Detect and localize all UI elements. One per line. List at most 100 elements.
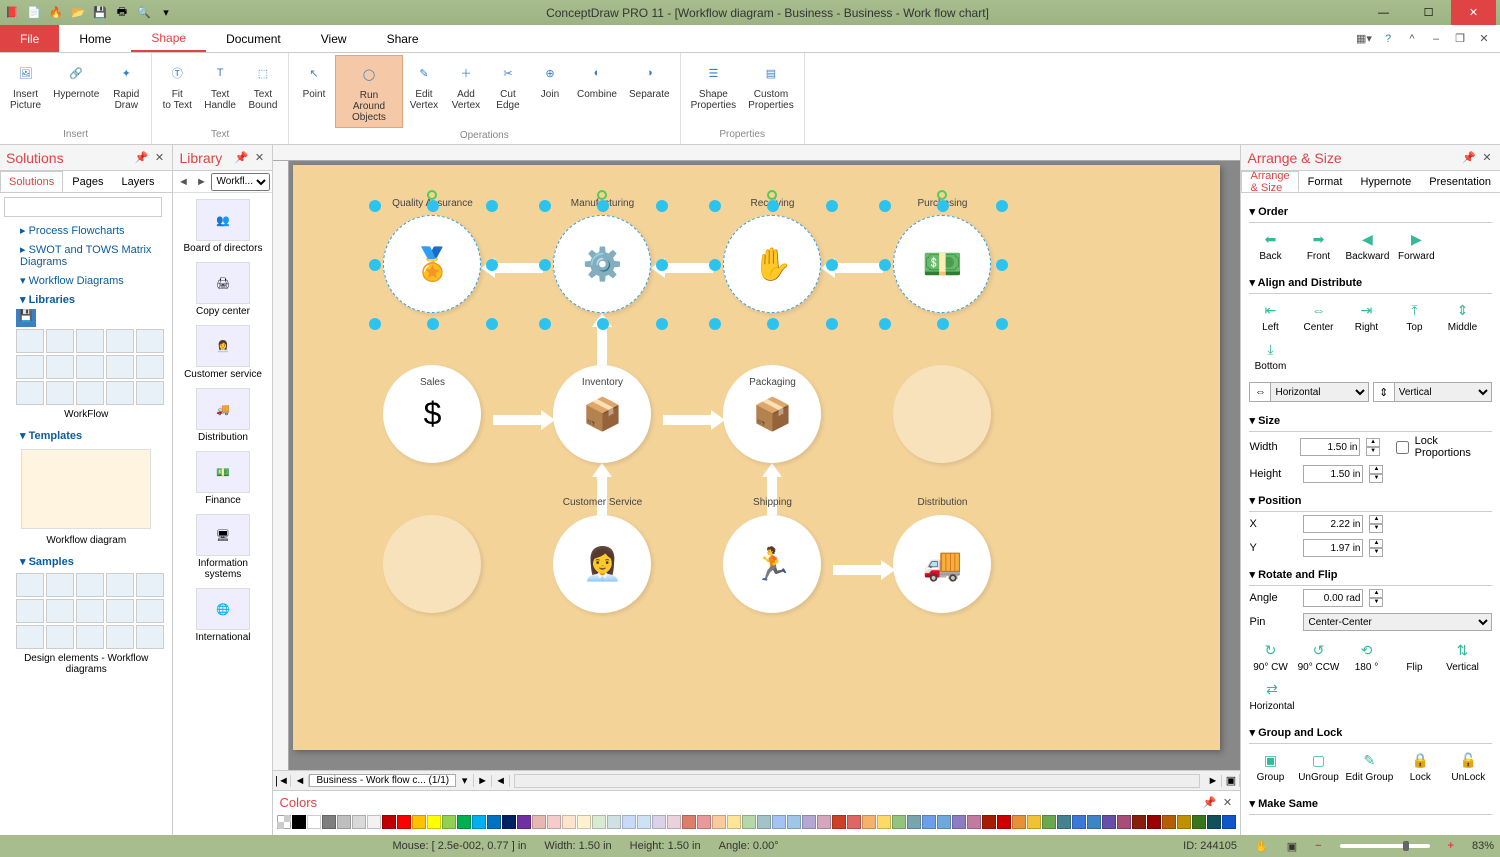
layers-subtab[interactable]: Layers bbox=[112, 171, 163, 192]
library-dropdown[interactable]: Workfl... bbox=[211, 173, 270, 191]
selection-handle[interactable] bbox=[709, 318, 721, 330]
rotate-section[interactable]: Rotate and Flip bbox=[1249, 564, 1492, 586]
pin-icon[interactable]: 📌 bbox=[234, 151, 248, 165]
rotation-handle[interactable] bbox=[937, 190, 947, 200]
help-icon[interactable]: ? bbox=[1380, 31, 1396, 47]
solutions-subtab[interactable]: Solutions bbox=[0, 171, 63, 192]
selection-handle[interactable] bbox=[767, 318, 779, 330]
x-spinner[interactable]: ▲▼ bbox=[1369, 515, 1383, 533]
no-color-swatch[interactable] bbox=[277, 815, 291, 829]
sample-thumb[interactable] bbox=[76, 573, 104, 597]
selection-handle[interactable] bbox=[539, 200, 551, 212]
format-subtab[interactable]: Format bbox=[1299, 171, 1352, 192]
rapid-draw-button[interactable]: ✦RapidDraw bbox=[105, 55, 147, 127]
selection-handle[interactable] bbox=[879, 259, 891, 271]
library-item-copy-center[interactable]: 🖨Copy center bbox=[175, 258, 270, 321]
color-swatch[interactable] bbox=[382, 815, 396, 829]
color-swatch[interactable] bbox=[1042, 815, 1056, 829]
edit-vertex-button[interactable]: ✎EditVertex bbox=[403, 55, 445, 128]
arrow[interactable] bbox=[833, 565, 883, 575]
color-swatch[interactable] bbox=[517, 815, 531, 829]
hypernote-button[interactable]: 🔗Hypernote bbox=[47, 55, 105, 127]
selection-handle[interactable] bbox=[369, 318, 381, 330]
color-swatch[interactable] bbox=[1057, 815, 1071, 829]
selection-handle[interactable] bbox=[826, 200, 838, 212]
color-swatch[interactable] bbox=[727, 815, 741, 829]
dist-horiz-select[interactable]: Horizontal bbox=[1271, 382, 1368, 402]
group-lock-button[interactable]: 🔒Lock bbox=[1399, 750, 1441, 783]
sample-thumb[interactable] bbox=[106, 625, 134, 649]
color-swatch[interactable] bbox=[1027, 815, 1041, 829]
arrange-size-subtab[interactable]: Arrange & Size bbox=[1241, 171, 1298, 192]
diagram-node-pack[interactable]: Packaging📦 bbox=[723, 365, 821, 463]
align-right-button[interactable]: ⇥Right bbox=[1345, 300, 1387, 333]
color-swatch[interactable] bbox=[487, 815, 501, 829]
y-input[interactable] bbox=[1303, 539, 1363, 557]
custom-properties-button[interactable]: ▤CustomProperties bbox=[742, 55, 800, 127]
color-swatch[interactable] bbox=[892, 815, 906, 829]
sample-thumb[interactable] bbox=[106, 573, 134, 597]
scroll-right-button[interactable]: ► bbox=[1204, 775, 1222, 787]
selection-handle[interactable] bbox=[879, 200, 891, 212]
group-ungroup-button[interactable]: ▢UnGroup bbox=[1297, 750, 1339, 783]
color-swatch[interactable] bbox=[697, 815, 711, 829]
share-tab[interactable]: Share bbox=[367, 25, 439, 52]
pin-icon[interactable]: 📌 bbox=[134, 151, 148, 165]
align-top-button[interactable]: ⤒Top bbox=[1393, 300, 1435, 333]
arrow[interactable] bbox=[597, 325, 607, 365]
page-tab-name[interactable]: Business - Work flow c... (1/1) bbox=[309, 774, 456, 787]
library-flame-icon[interactable]: 🔥 bbox=[48, 5, 64, 21]
separate-button[interactable]: ◑Separate bbox=[623, 55, 676, 128]
diagram-node-mfg[interactable]: Manufacturing⚙️ bbox=[553, 215, 651, 313]
color-swatch[interactable] bbox=[967, 815, 981, 829]
pin-icon[interactable]: 📌 bbox=[1462, 151, 1476, 165]
doc-restore-icon[interactable]: ❐ bbox=[1452, 31, 1468, 47]
sample-thumb[interactable] bbox=[46, 599, 74, 623]
color-swatch[interactable] bbox=[367, 815, 381, 829]
color-swatch[interactable] bbox=[772, 815, 786, 829]
color-swatch[interactable] bbox=[607, 815, 621, 829]
zoom-out-button[interactable]: − bbox=[1315, 840, 1321, 852]
view-tab[interactable]: View bbox=[301, 25, 367, 52]
color-swatch[interactable] bbox=[1192, 815, 1206, 829]
nav-back-icon[interactable]: ◄ bbox=[175, 174, 191, 190]
color-swatch[interactable] bbox=[922, 815, 936, 829]
library-item-board-of-directors[interactable]: 👥Board of directors bbox=[175, 195, 270, 258]
color-swatch[interactable] bbox=[577, 815, 591, 829]
lib-thumb[interactable] bbox=[106, 381, 134, 405]
sample-thumb[interactable] bbox=[76, 625, 104, 649]
close-panel-icon[interactable]: ✕ bbox=[252, 151, 266, 165]
color-swatch[interactable] bbox=[1177, 815, 1191, 829]
cut-edge-button[interactable]: ✂CutEdge bbox=[487, 55, 529, 128]
libraries-header[interactable]: Libraries bbox=[4, 290, 168, 309]
align-left-button[interactable]: ⇤Left bbox=[1249, 300, 1291, 333]
lib-thumb[interactable] bbox=[76, 355, 104, 379]
samples-header[interactable]: Samples bbox=[4, 552, 168, 571]
canvas-area[interactable]: Quality Assurance🏅Manufacturing⚙️Receivi… bbox=[273, 145, 1240, 770]
lib-thumb[interactable] bbox=[16, 355, 44, 379]
color-swatch[interactable] bbox=[937, 815, 951, 829]
close-panel-icon[interactable]: ✕ bbox=[1480, 151, 1494, 165]
qat-dropdown-icon[interactable]: ▾ bbox=[158, 5, 174, 21]
sample-thumb[interactable] bbox=[16, 625, 44, 649]
lib-thumb[interactable] bbox=[76, 381, 104, 405]
pages-subtab[interactable]: Pages bbox=[63, 171, 112, 192]
scroll-left-button[interactable]: ◄ bbox=[492, 775, 510, 787]
rotate-180-button[interactable]: ⟲180 ° bbox=[1345, 640, 1387, 673]
lib-thumb[interactable] bbox=[136, 329, 164, 353]
sample-thumb[interactable] bbox=[16, 599, 44, 623]
library-item-distribution[interactable]: 🚚Distribution bbox=[175, 384, 270, 447]
zoom-in-button[interactable]: + bbox=[1448, 840, 1454, 852]
color-swatch[interactable] bbox=[832, 815, 846, 829]
color-swatch[interactable] bbox=[442, 815, 456, 829]
dist-vert-select[interactable]: Vertical bbox=[1395, 382, 1492, 402]
sample-thumb[interactable] bbox=[76, 599, 104, 623]
horizontal-scrollbar[interactable] bbox=[514, 774, 1200, 788]
diagram-node-cs[interactable]: Customer Service👩‍💼 bbox=[553, 515, 651, 613]
pin-select[interactable]: Center-Center bbox=[1303, 613, 1492, 631]
position-section[interactable]: Position bbox=[1249, 490, 1492, 512]
pin-icon[interactable]: 📌 bbox=[1202, 795, 1216, 809]
color-swatch[interactable] bbox=[307, 815, 321, 829]
selection-handle[interactable] bbox=[996, 259, 1008, 271]
solutions-search-input[interactable] bbox=[4, 197, 162, 217]
